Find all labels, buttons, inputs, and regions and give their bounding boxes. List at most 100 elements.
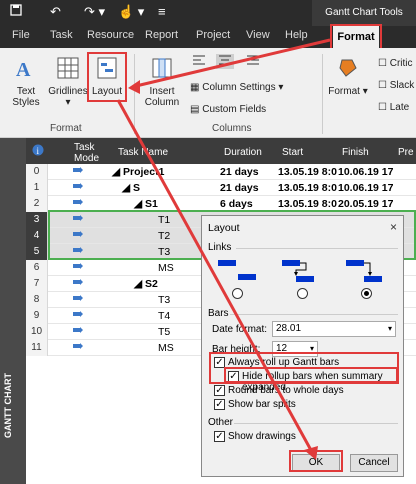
table-row[interactable]: 0 ◢ Project1 21 days 13.05.19 8:0 10.06.… (26, 164, 416, 180)
link-style-1-radio[interactable] (232, 288, 243, 299)
round-bars-label: Round bars to whole days (228, 385, 344, 396)
header-task-name[interactable]: Task Name (118, 147, 168, 158)
slack-checkbox[interactable]: ☐ Slack (378, 80, 416, 91)
format-bar-label: Format (328, 86, 360, 97)
link-style-2-radio[interactable] (297, 288, 308, 299)
gridlines-button[interactable]: Gridlines ▾ (48, 56, 88, 108)
row-id: 10 (26, 324, 48, 340)
auto-schedule-icon (72, 279, 84, 288)
tab-task[interactable]: Task (50, 29, 73, 41)
auto-schedule-icon (72, 343, 84, 352)
row-id: 7 (26, 276, 48, 292)
task-name-text: S1 (145, 198, 158, 210)
task-duration: 21 days (220, 182, 259, 194)
format-bar-button[interactable]: Format ▾ (328, 56, 368, 97)
align-right-button[interactable] (244, 54, 262, 69)
date-format-value: 28.01 (276, 323, 302, 334)
column-settings-button[interactable]: ▦ Column Settings ▾ (190, 82, 290, 93)
task-name-text: Project1 (123, 166, 165, 178)
undo-icon[interactable]: ↶ (50, 4, 61, 20)
cancel-button[interactable]: Cancel (350, 454, 398, 472)
align-center-button[interactable] (216, 54, 234, 69)
round-bars-checkbox[interactable]: ✓ (214, 385, 225, 396)
info-icon: i (32, 144, 44, 159)
other-divider (234, 423, 398, 424)
late-checkbox-icon: ☐ (378, 102, 387, 113)
collapse-icon[interactable]: ◢ (112, 166, 123, 178)
auto-schedule-icon (72, 199, 84, 208)
insert-column-label: Insert Column (144, 86, 180, 108)
redo-icon[interactable]: ↷ ▾ (84, 4, 105, 20)
slack-checkbox-icon: ☐ (378, 80, 387, 91)
header-finish[interactable]: Finish (342, 147, 369, 158)
close-icon[interactable]: × (390, 220, 397, 234)
header-predecessors[interactable]: Pre (398, 147, 414, 158)
auto-schedule-icon (72, 327, 84, 336)
header-task-mode[interactable]: Task Mode (74, 142, 114, 164)
align-left-button[interactable] (190, 54, 208, 69)
bars-divider (230, 314, 398, 315)
task-name: T4 (158, 310, 171, 322)
task-duration: 21 days (220, 166, 259, 178)
auto-schedule-icon (72, 167, 84, 176)
custom-fields-button[interactable]: ▤ Custom Fields (190, 104, 280, 115)
collapse-icon[interactable]: ◢ (134, 198, 145, 210)
header-start[interactable]: Start (282, 147, 303, 158)
collapse-icon[interactable]: ◢ (122, 182, 133, 194)
collapse-icon[interactable]: ◢ (134, 278, 145, 290)
links-section-label: Links (208, 242, 232, 253)
show-splits-label: Show bar splits (228, 399, 296, 410)
tab-resource[interactable]: Resource (87, 29, 134, 41)
row-id: 11 (26, 340, 48, 356)
row-id: 9 (26, 308, 48, 324)
header-duration[interactable]: Duration (224, 147, 262, 158)
task-name: MS (158, 342, 174, 354)
late-checkbox[interactable]: ☐ Late (378, 102, 416, 113)
highlight-ok-button (289, 450, 343, 472)
critical-checkbox-icon: ☐ (378, 58, 387, 69)
show-splits-checkbox[interactable]: ✓ (214, 399, 225, 410)
task-finish: 10.06.19 17 (338, 166, 394, 178)
table-row[interactable]: 1 ◢ S 21 days 13.05.19 8:0 10.06.19 17 (26, 180, 416, 196)
view-sidebar: GANTT CHART (0, 138, 26, 484)
column-settings-dropdown-icon: ▾ (275, 82, 284, 93)
date-format-label: Date format: (212, 324, 268, 335)
tab-view[interactable]: View (246, 29, 270, 41)
tab-help[interactable]: Help (285, 29, 308, 41)
insert-column-button[interactable]: Insert Column (140, 56, 184, 108)
task-start: 13.05.19 8:0 (278, 198, 337, 210)
tab-project[interactable]: Project (196, 29, 230, 41)
chevron-down-icon: ▾ (387, 324, 392, 333)
task-name: ◢ S (122, 182, 140, 194)
insert-column-icon (140, 56, 184, 83)
task-start: 13.05.19 8:0 (278, 166, 337, 178)
auto-schedule-icon (72, 295, 84, 304)
touch-mode-icon[interactable]: ☝ ▾ (118, 4, 144, 20)
row-id: 5 (26, 244, 48, 260)
ribbon-separator-2 (322, 54, 323, 134)
save-icon[interactable] (10, 4, 22, 19)
row-id: 4 (26, 228, 48, 244)
customize-qat-icon[interactable]: ≡ (158, 4, 166, 19)
show-drawings-checkbox[interactable]: ✓ (214, 431, 225, 442)
highlight-hide-rollup (224, 367, 398, 383)
auto-schedule-icon (72, 311, 84, 320)
tab-file[interactable]: File (12, 29, 30, 41)
gridlines-dropdown-icon: ▾ (65, 97, 71, 108)
date-format-select[interactable]: 28.01 ▾ (272, 321, 396, 337)
tab-report[interactable]: Report (145, 29, 178, 41)
text-styles-button[interactable]: A Text Styles (6, 56, 46, 108)
gridlines-label: Gridlines (48, 86, 88, 97)
grid-header: i Task Mode Task Name Duration Start Fin… (26, 138, 416, 164)
highlight-layout-button (87, 52, 127, 102)
link-style-3-radio[interactable] (361, 288, 372, 299)
show-drawings-label: Show drawings (228, 431, 296, 442)
task-name: T3 (158, 294, 171, 306)
align-left-icon (192, 55, 206, 69)
bars-section-label: Bars (208, 308, 229, 319)
links-divider (236, 248, 398, 249)
column-settings-label: Column Settings (202, 82, 276, 93)
task-finish: 10.06.19 17 (338, 182, 394, 194)
align-center-icon (218, 55, 232, 69)
critical-tasks-checkbox[interactable]: ☐ Critic (378, 58, 416, 69)
